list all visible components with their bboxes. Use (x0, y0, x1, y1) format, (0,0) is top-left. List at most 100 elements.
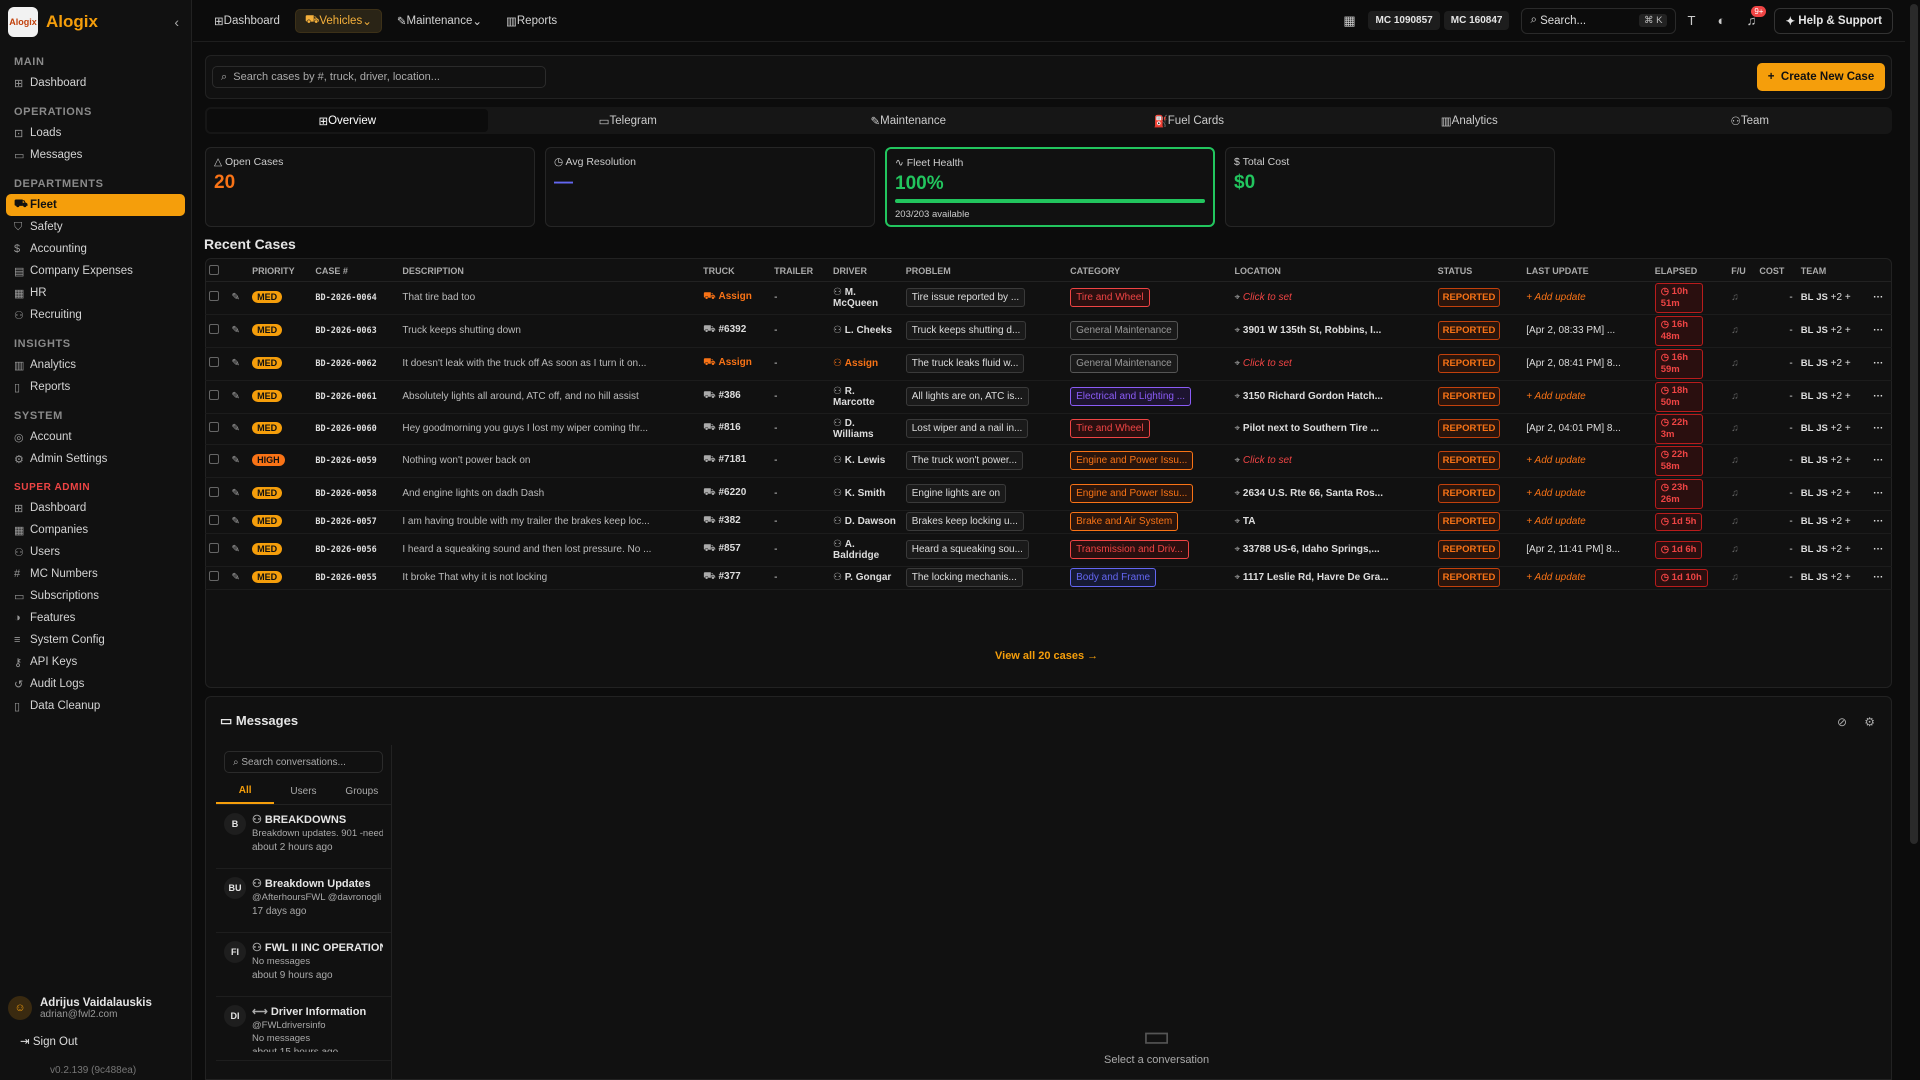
case-number[interactable]: BD-2026-0060 (315, 424, 376, 434)
tab-team[interactable]: ⚇ Team (1610, 109, 1891, 132)
gear-icon[interactable]: ⚙ (1864, 715, 1875, 729)
location-value[interactable]: 3150 Richard Gordon Hatch... (1243, 391, 1383, 402)
topnav-maintenance[interactable]: ✎ Maintenance ⌄ (388, 9, 491, 33)
truck-value[interactable]: #6220 (718, 487, 746, 498)
status-badge[interactable]: REPORTED (1437, 484, 1501, 503)
status-badge[interactable]: REPORTED (1437, 288, 1501, 307)
row-checkbox[interactable] (209, 454, 219, 464)
truck-value[interactable]: Assign (718, 357, 751, 368)
edit-icon[interactable]: ✎ (232, 516, 240, 527)
truck-value[interactable]: #377 (718, 571, 740, 582)
sidebar-item-fleet[interactable]: ⛟ Fleet (6, 194, 185, 216)
sidebar-item-mc-numbers[interactable]: # MC Numbers (6, 563, 185, 585)
last-update[interactable]: [Apr 2, 08:41 PM] 8... (1526, 358, 1621, 369)
sidebar-item-safety[interactable]: ⛉ Safety (6, 216, 185, 238)
topnav-dashboard[interactable]: ⊞ Dashboard (205, 9, 289, 33)
more-icon[interactable]: ··· (1873, 516, 1883, 527)
conversation-item[interactable]: FI ⚇ FWL II INC OPERATIONS No messages abou… (216, 933, 391, 997)
table-row[interactable]: ✎ MED BD-2026-0060 Hey goodmorning you guys… (205, 413, 1892, 445)
driver-name[interactable]: Assign (845, 358, 878, 369)
edit-icon[interactable]: ✎ (232, 544, 240, 555)
more-icon[interactable]: ··· (1873, 391, 1883, 402)
truck-value[interactable]: #6392 (718, 324, 746, 335)
edit-icon[interactable]: ✎ (232, 358, 240, 369)
sidebar-item-api-keys[interactable]: ⚷ API Keys (6, 651, 185, 673)
add-team-member-button[interactable]: + (1845, 325, 1851, 336)
table-row[interactable]: ✎ MED BD-2026-0063 Truck keeps shutting dow… (205, 314, 1892, 348)
table-row[interactable]: ✎ MED BD-2026-0061 Absolutely lights all ar… (205, 380, 1892, 414)
last-update[interactable]: + Add update (1526, 391, 1585, 402)
case-number[interactable]: BD-2026-0061 (315, 392, 376, 402)
sidebar-item-system-config[interactable]: ≡ System Config (6, 629, 185, 651)
bell-icon[interactable]: ♫ (1731, 325, 1739, 336)
select-all-checkbox[interactable] (209, 264, 219, 275)
location-value[interactable]: TA (1243, 516, 1256, 527)
status-badge[interactable]: REPORTED (1437, 512, 1501, 531)
driver-name[interactable]: K. Lewis (845, 455, 886, 466)
bell-icon[interactable]: ♫ (1731, 292, 1739, 303)
driver-name[interactable]: P. Gongar (845, 572, 892, 583)
status-badge[interactable]: REPORTED (1437, 321, 1501, 340)
mc-number-1[interactable]: MC 1090857 (1368, 11, 1440, 30)
location-value[interactable]: 2634 U.S. Rte 66, Santa Ros... (1243, 488, 1383, 499)
add-team-member-button[interactable]: + (1845, 516, 1851, 527)
edit-icon[interactable]: ✎ (232, 325, 240, 336)
row-checkbox[interactable] (209, 422, 219, 432)
status-badge[interactable]: REPORTED (1437, 540, 1501, 559)
tab-maintenance[interactable]: ✎ Maintenance (768, 109, 1049, 132)
location-value[interactable]: 1117 Leslie Rd, Havre De Gra... (1243, 572, 1389, 583)
more-icon[interactable]: ··· (1873, 358, 1883, 369)
conversation-tab-users[interactable]: Users (274, 779, 332, 804)
status-badge[interactable]: REPORTED (1437, 387, 1501, 406)
status-badge[interactable]: REPORTED (1437, 419, 1501, 438)
problem-tag[interactable]: The truck leaks fluid w... (905, 354, 1025, 373)
add-team-member-button[interactable]: + (1845, 488, 1851, 499)
row-checkbox[interactable] (209, 543, 219, 553)
bell-icon[interactable]: ♫ (1731, 455, 1739, 466)
problem-tag[interactable]: Tire issue reported by ... (905, 288, 1026, 307)
row-checkbox[interactable] (209, 357, 219, 367)
truck-value[interactable]: #857 (718, 543, 740, 554)
tab-fuel-cards[interactable]: ⛽ Fuel Cards (1049, 109, 1330, 132)
conversation-tab-groups[interactable]: Groups (333, 779, 391, 804)
bell-icon[interactable]: ♫ (1731, 358, 1739, 369)
last-update[interactable]: + Add update (1526, 572, 1585, 583)
sidebar-item-company-expenses[interactable]: ▤ Company Expenses (6, 260, 185, 282)
problem-tag[interactable]: All lights are on, ATC is... (905, 387, 1029, 406)
edit-icon[interactable]: ✎ (232, 292, 240, 303)
case-number[interactable]: BD-2026-0057 (315, 517, 376, 527)
case-search-input[interactable]: ⌕ Search cases by #, truck, driver, loca… (212, 66, 546, 88)
location-value[interactable]: 3901 W 135th St, Robbins, I... (1243, 325, 1381, 336)
edit-icon[interactable]: ✎ (232, 488, 240, 499)
sidebar-item-dashboard[interactable]: ⊞ Dashboard (6, 72, 185, 94)
sidebar-item-subscriptions[interactable]: ▭ Subscriptions (6, 585, 185, 607)
add-team-member-button[interactable]: + (1845, 544, 1851, 555)
more-icon[interactable]: ··· (1873, 544, 1883, 555)
bell-icon[interactable]: ♫ (1731, 572, 1739, 583)
sidebar-item-reports[interactable]: ▯ Reports (6, 376, 185, 398)
table-row[interactable]: ✎ MED BD-2026-0058 And engine lights on dad… (205, 477, 1892, 511)
topnav-vehicles[interactable]: ⛟ Vehicles ⌄ (294, 8, 382, 33)
more-icon[interactable]: ··· (1873, 572, 1883, 583)
last-update[interactable]: + Add update (1526, 455, 1585, 466)
location-value[interactable]: Click to set (1243, 455, 1292, 466)
row-checkbox[interactable] (209, 487, 219, 497)
topnav-reports[interactable]: ▥ Reports (497, 9, 566, 33)
more-icon[interactable]: ··· (1873, 488, 1883, 499)
conversation-item[interactable]: DI ⟷ Driver Information @FWLdriversinfo No … (216, 997, 391, 1061)
help-support-button[interactable]: ✦ Help & Support (1774, 7, 1893, 34)
problem-tag[interactable]: Engine lights are on (905, 484, 1007, 503)
bell-icon[interactable]: ♫ (1731, 391, 1739, 402)
conversation-item[interactable]: BU ⚇ Breakdown Updates @AfterhoursFWL @dav… (216, 869, 391, 933)
case-number[interactable]: BD-2026-0056 (315, 545, 376, 555)
status-badge[interactable]: REPORTED (1437, 451, 1501, 470)
tab-analytics[interactable]: ▥ Analytics (1329, 109, 1610, 132)
app-logo[interactable]: Alogix (8, 7, 38, 37)
mc-number-2[interactable]: MC 160847 (1443, 11, 1510, 30)
conversation-tab-all[interactable]: All (216, 779, 275, 804)
status-badge[interactable]: REPORTED (1437, 568, 1501, 587)
truck-value[interactable]: #382 (718, 515, 740, 526)
bell-icon[interactable]: ♫ (1731, 544, 1739, 555)
mute-icon[interactable]: ⊘ (1837, 715, 1847, 729)
driver-name[interactable]: K. Smith (845, 488, 886, 499)
